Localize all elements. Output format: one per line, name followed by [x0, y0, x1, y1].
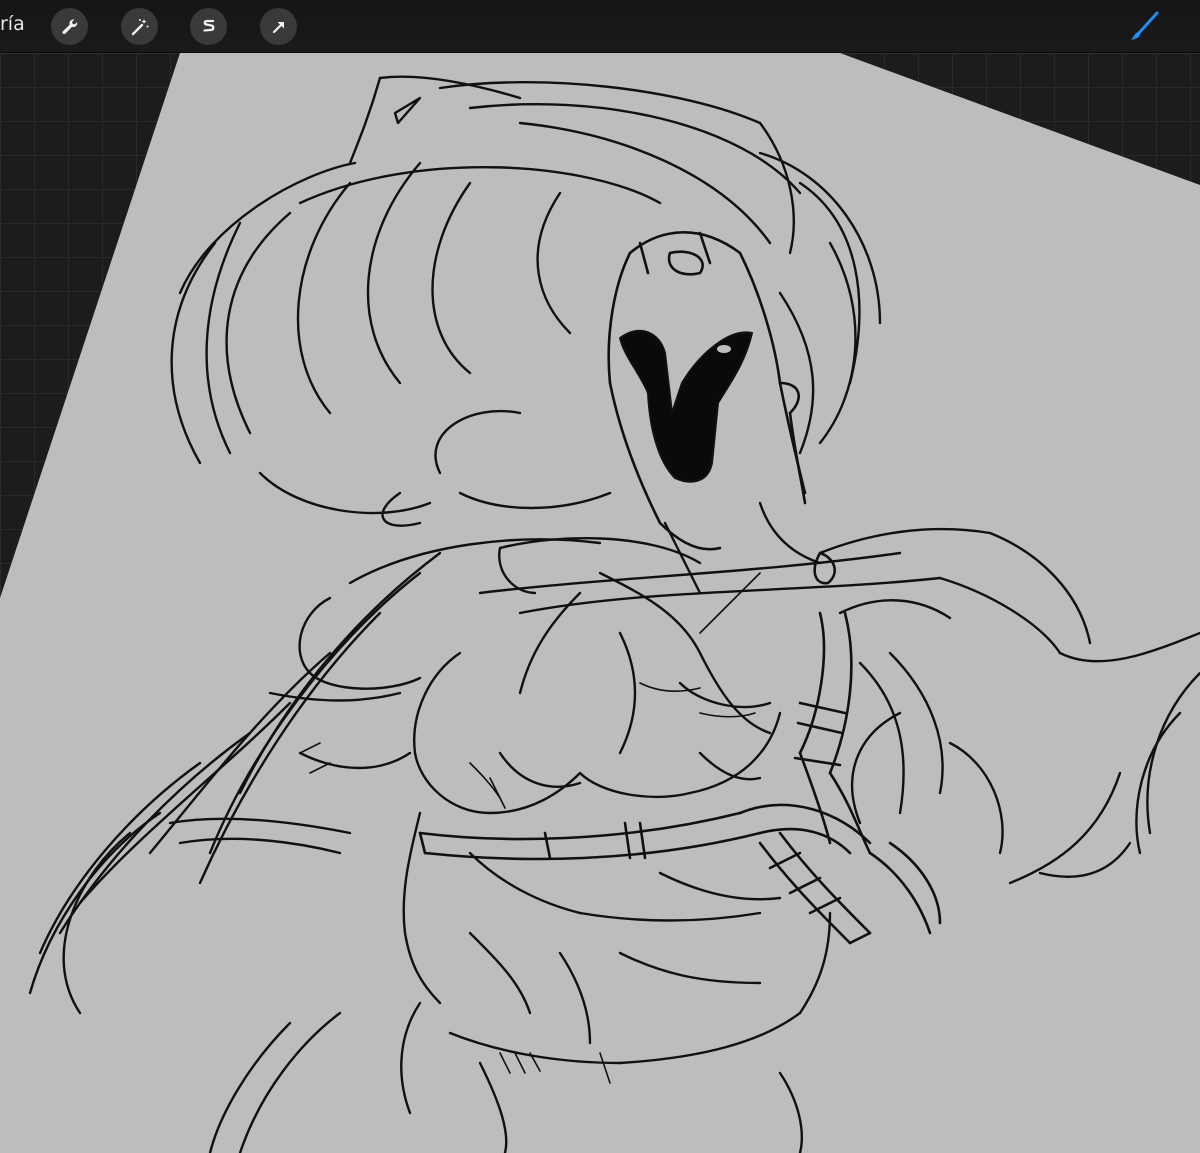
arrow-cursor-icon[interactable] — [260, 8, 297, 45]
wrench-icon[interactable] — [51, 8, 88, 45]
brush-icon[interactable] — [1124, 7, 1164, 47]
gallery-button[interactable]: ría — [0, 13, 25, 35]
top-toolbar: ría — [0, 0, 1200, 53]
drawing-canvas[interactable] — [0, 53, 1200, 1153]
magic-wand-icon[interactable] — [121, 8, 158, 45]
paper-sheet — [0, 53, 1200, 1153]
selection-s-icon[interactable] — [190, 8, 227, 45]
drawing-app: ría — [0, 0, 1200, 1153]
